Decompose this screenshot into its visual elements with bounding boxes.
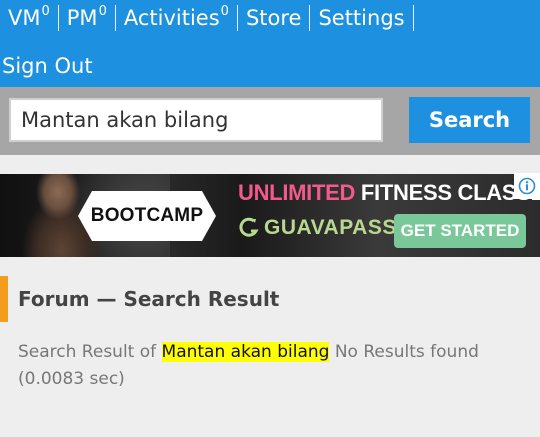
ad-logo-text: GUAVAPASS [264,216,397,239]
result-suffix: No Results found [334,342,479,362]
nav-item-activities[interactable]: Activities 0 [116,4,237,32]
nav-label-pm: PM [66,6,98,30]
nav-item-settings[interactable]: Settings [310,4,412,32]
nav-label-vm: VM [8,6,41,30]
ad-title: UNLIMITED FITNESS CLASSES [238,180,540,206]
page-title: Forum — Search Result [18,287,280,311]
nav-item-store[interactable]: Store [238,4,310,32]
accent-bar [0,276,8,322]
nav-label-settings: Settings [318,6,405,30]
ad-badge: BOOTCAMP [78,191,216,241]
activities-badge: 0 [220,4,229,19]
nav-item-pm[interactable]: PM 0 [59,4,115,32]
ad-info-button[interactable] [514,173,540,199]
search-bar: Search [0,87,540,155]
result-prefix: Search Result of [18,342,157,362]
search-input[interactable] [9,98,383,142]
guavapass-logo-icon [239,217,259,237]
vm-badge: 0 [41,4,50,19]
highlighted-query: Mantan akan bilang [161,342,330,362]
search-result-text: Search Result of Mantan akan bilang No R… [18,339,528,393]
nav-item-vm[interactable]: VM 0 [0,4,58,32]
nav-row: VM 0 PM 0 Activities 0 Store Settings [0,4,414,32]
ad-logo: GUAVAPASS [238,216,397,240]
search-time: (0.0083 sec) [18,369,125,389]
ad-title-highlight: UNLIMITED [238,180,356,205]
forum-search-panel: Forum — Search Result Search Result of M… [0,276,540,389]
nav-separator [412,5,414,31]
top-navigation: VM 0 PM 0 Activities 0 Store Settings Sign … [0,0,540,87]
pm-badge: 0 [98,4,107,19]
ad-get-started-button[interactable]: GET STARTED [394,214,526,248]
panel-header: Forum — Search Result [0,276,540,322]
nav-label-activities: Activities [123,6,220,30]
sign-out-link[interactable]: Sign Out [2,52,93,80]
search-button[interactable]: Search [409,97,530,143]
info-icon [518,177,536,195]
nav-label-store: Store [245,6,302,30]
spacer [0,155,540,174]
